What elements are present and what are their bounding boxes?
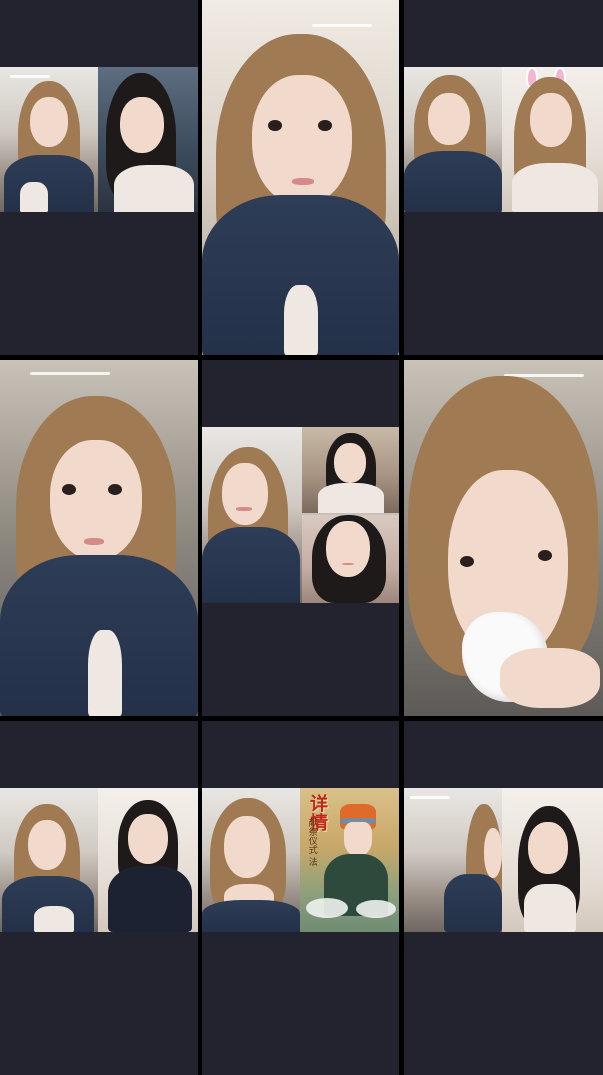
- stream-tile-8[interactable]: 详情 献祭仪式 法: [202, 721, 399, 1075]
- guest-top-right: [302, 427, 399, 513]
- stream-grid: 详情 献祭仪式 法: [0, 0, 603, 1075]
- guest-right: [502, 788, 603, 932]
- video-frame-8: 详情 献祭仪式 法: [202, 788, 399, 932]
- video-frame-5: [202, 427, 399, 603]
- anime-poster: 详情 献祭仪式 法: [300, 788, 399, 932]
- poster-subtitle: 献祭仪式 法: [306, 818, 317, 866]
- video-frame-3: [404, 67, 603, 212]
- stream-tile-2[interactable]: [202, 0, 399, 355]
- guest-right: [98, 788, 198, 932]
- video-frame-9: [404, 788, 603, 932]
- stream-tile-6[interactable]: [404, 360, 603, 716]
- video-frame-2: [202, 0, 399, 355]
- stream-tile-3[interactable]: [404, 0, 603, 355]
- stream-tile-9[interactable]: [404, 721, 603, 1075]
- guest-right: [98, 67, 198, 212]
- stream-tile-5[interactable]: [202, 360, 399, 716]
- stream-tile-1[interactable]: [0, 0, 198, 355]
- streamer-left: [202, 427, 300, 603]
- video-frame-7: [0, 788, 198, 932]
- guest-right: [502, 67, 603, 212]
- stream-tile-4[interactable]: [0, 360, 198, 716]
- streamer-left: [0, 67, 98, 212]
- streamer-left: [202, 788, 300, 932]
- streamer-left: [0, 788, 98, 932]
- video-frame-6: [404, 360, 603, 716]
- video-frame-4: [0, 360, 198, 716]
- streamer-left: [404, 67, 502, 212]
- stream-tile-7[interactable]: [0, 721, 198, 1075]
- guest-bottom-right: [302, 515, 399, 603]
- video-frame-1: [0, 67, 198, 212]
- streamer-left: [404, 788, 502, 932]
